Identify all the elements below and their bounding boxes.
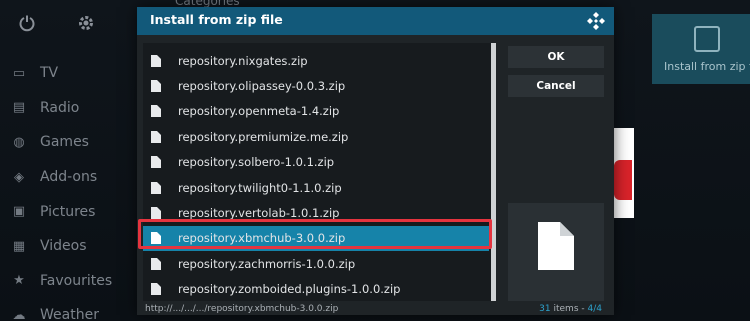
file-name: repository.nixgates.zip [178,53,308,68]
file-list-item[interactable]: repository.nixgates.zip [143,48,489,73]
highlight-outline [138,219,492,249]
file-icon [151,130,161,143]
file-name: repository.zachmorris-1.0.0.zip [178,256,356,271]
pictures-icon: ▣ [12,204,26,220]
install-from-zip-dialog: Install from zip file repository.nixgate… [137,7,614,315]
file-icon [151,54,161,67]
tv-icon: ▭ [12,65,26,81]
file-list-item[interactable]: repository.twilight0-1.1.0.zip [143,175,489,200]
file-name: repository.vertolab-1.0.1.zip [178,206,340,221]
favourites-icon: ★ [13,273,25,289]
menu-item-favourites[interactable]: ★ Favourites [0,264,135,299]
addons-icon: ◈ [14,169,24,185]
file-list-item[interactable]: repository.solbero-1.0.1.zip [143,150,489,175]
menu-item-games[interactable]: ◍ Games [0,125,135,160]
selected-file-path: http://.../.../.../repository.xbmchub-3.… [145,304,339,314]
file-icon [151,283,161,296]
youtube-logo-fragment [614,160,632,200]
file-list-item[interactable]: repository.zachmorris-1.0.0.zip [143,251,489,276]
home-main-menu: ▭ TV ▤ Radio ◍ Games ◈ Add-ons ▣ Pictures ▦ Vi… [0,56,135,321]
large-file-icon [538,222,574,270]
games-icon: ◍ [13,134,25,150]
dialog-header: Install from zip file [137,7,614,35]
file-icon [151,257,161,270]
file-preview [508,203,604,301]
item-count: 31 items - 4/4 [539,304,602,314]
items-count-number: 31 [539,304,551,314]
menu-item-videos[interactable]: ▦ Videos [0,229,135,264]
file-name: repository.twilight0-1.1.0.zip [178,180,342,195]
file-list-item[interactable]: repository.openmeta-1.4.zip [143,99,489,124]
install-zip-icon [694,26,720,52]
dialog-title: Install from zip file [150,12,283,27]
cancel-button[interactable]: Cancel [508,75,604,97]
ok-button[interactable]: OK [508,46,604,68]
file-icon [151,181,161,194]
power-icon[interactable] [17,14,37,34]
page-indicator: 4/4 [587,304,602,314]
file-name: repository.olipassey-0.0.3.zip [178,79,346,94]
install-from-zip-tile-label: Install from zip fi [664,60,750,73]
file-list: repository.nixgates.zip repository.olipa… [143,43,493,301]
kodi-logo-icon [587,12,605,30]
file-list-item[interactable]: repository.olipassey-0.0.3.zip [143,73,489,98]
list-scrollbar[interactable] [491,43,496,301]
menu-item-tv[interactable]: ▭ TV [0,56,135,91]
menu-item-radio[interactable]: ▤ Radio [0,91,135,126]
items-count-word: items [553,304,579,314]
list-scrollbar-thumb[interactable] [491,43,496,301]
file-icon [151,105,161,118]
file-name: repository.premiumize.me.zip [178,129,349,144]
file-icon [151,156,161,169]
menu-item-weather[interactable]: ☁ Weather [0,298,135,321]
radio-icon: ▤ [12,100,26,116]
install-from-zip-tile[interactable]: Install from zip fi [652,14,750,84]
menu-item-pictures[interactable]: ▣ Pictures [0,194,135,229]
file-list-item[interactable]: repository.zomboided.plugins-1.0.0.zip [143,277,489,302]
videos-icon: ▦ [12,238,26,254]
file-list-item[interactable]: repository.premiumize.me.zip [143,124,489,149]
file-icon [151,207,161,220]
file-name: repository.solbero-1.0.1.zip [178,155,335,170]
file-name: repository.zomboided.plugins-1.0.0.zip [178,282,401,297]
settings-gear-icon[interactable] [76,14,96,34]
file-name: repository.openmeta-1.4.zip [178,104,340,119]
weather-icon: ☁ [12,307,26,321]
file-icon [151,80,161,93]
items-separator: - [581,304,585,314]
menu-item-addons[interactable]: ◈ Add-ons [0,160,135,195]
